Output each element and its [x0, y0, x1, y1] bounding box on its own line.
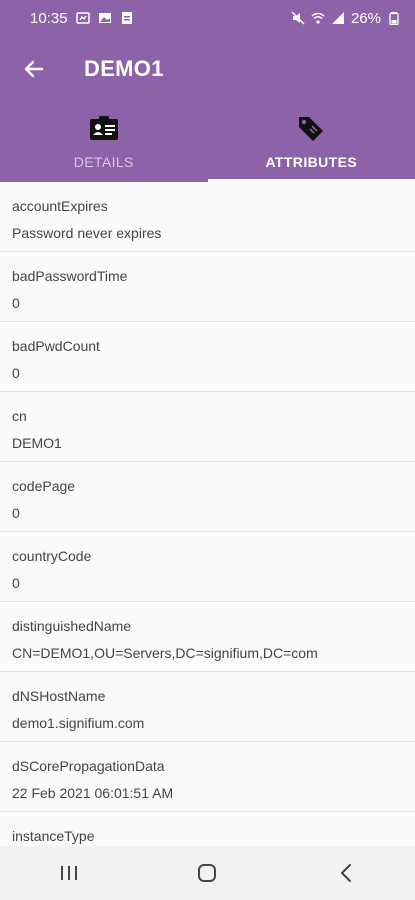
tag-icon [299, 117, 324, 141]
arrow-back-icon [24, 60, 44, 78]
battery-percent: 26% [350, 9, 381, 27]
tab-attributes[interactable]: ATTRIBUTES [207, 102, 415, 182]
attribute-name: dNSHostName [12, 688, 106, 704]
file-icon [121, 12, 132, 24]
list-item[interactable]: codePage 0 [0, 462, 415, 532]
back-nav-button[interactable] [316, 853, 376, 893]
attribute-name: codePage [12, 478, 76, 494]
tab-bar: DETAILS ATTRIBUTES [0, 102, 415, 182]
tab-details[interactable]: DETAILS [0, 102, 208, 182]
id-card-icon [89, 116, 118, 140]
attribute-name: badPwdCount [12, 338, 100, 354]
list-item[interactable]: dSCorePropagationData 22 Feb 2021 06:01:… [0, 742, 415, 812]
notification-icon [75, 12, 90, 24]
attribute-name: badPasswordTime [12, 268, 128, 284]
list-item[interactable]: accountExpires Password never expires [0, 182, 415, 252]
attribute-list[interactable]: accountExpires Password never expires ba… [0, 182, 415, 846]
list-item[interactable]: distinguishedName CN=DEMO1,OU=Servers,DC… [0, 602, 415, 672]
recent-apps-button[interactable] [39, 853, 99, 893]
attribute-value: 0 [12, 505, 20, 521]
attribute-value: 0 [12, 295, 20, 311]
status-bar: 10:35 26% [0, 0, 415, 36]
attribute-value: 22 Feb 2021 06:01:51 AM [12, 785, 174, 801]
tab-details-label: DETAILS [73, 154, 134, 170]
battery-icon [389, 12, 399, 25]
attribute-name: cn [12, 408, 27, 424]
attribute-value: CN=DEMO1,OU=Servers,DC=signifium,DC=com [12, 645, 318, 661]
app-toolbar: DEMO1 [0, 36, 415, 102]
attribute-value: DEMO1 [12, 435, 62, 451]
list-item[interactable]: cn DEMO1 [0, 392, 415, 462]
attribute-value: 0 [12, 365, 20, 381]
mute-icon [291, 11, 305, 25]
home-icon [198, 864, 217, 882]
attribute-value: Password never expires [12, 225, 162, 241]
list-item[interactable]: badPwdCount 0 [0, 322, 415, 392]
attribute-name: distinguishedName [12, 618, 132, 634]
status-time: 10:35 [30, 9, 68, 27]
tab-attributes-label: ATTRIBUTES [265, 154, 358, 170]
attribute-value: demo1.signifium.com [12, 715, 145, 731]
gallery-icon [98, 13, 111, 23]
attribute-name: accountExpires [12, 198, 108, 214]
signal-icon [331, 12, 344, 24]
list-item[interactable]: instanceType [0, 812, 415, 846]
home-button[interactable] [177, 853, 237, 893]
list-item[interactable]: dNSHostName demo1.signifium.com [0, 672, 415, 742]
back-button[interactable] [18, 54, 48, 84]
attribute-name: dSCorePropagationData [12, 758, 165, 774]
list-item[interactable]: countryCode 0 [0, 532, 415, 602]
attribute-value: 0 [12, 575, 20, 591]
wifi-icon [311, 12, 325, 24]
attribute-name: instanceType [12, 828, 95, 844]
page-title: DEMO1 [84, 56, 164, 81]
list-item[interactable]: badPasswordTime 0 [0, 252, 415, 322]
recent-apps-icon [61, 866, 78, 880]
chevron-left-icon [340, 864, 351, 882]
system-nav-bar [0, 846, 415, 900]
attribute-name: countryCode [12, 548, 92, 564]
